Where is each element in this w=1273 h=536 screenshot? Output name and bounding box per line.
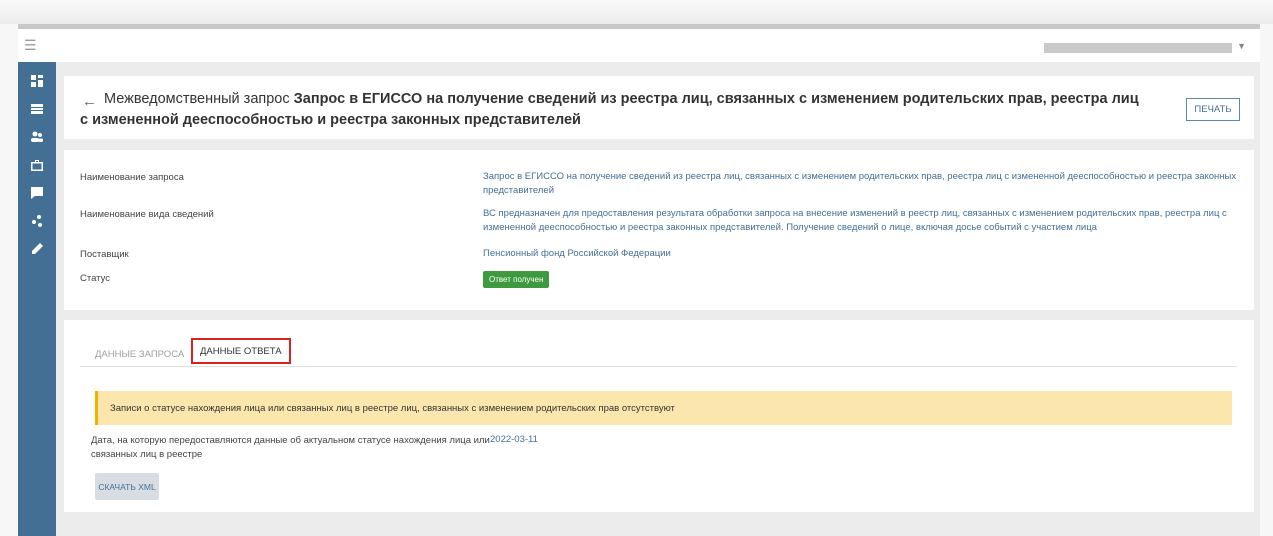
request-name-label: Наименование запроса <box>80 172 184 183</box>
info-type-label: Наименование вида сведений <box>80 209 214 220</box>
tab-response-data[interactable]: ДАННЫЕ ОТВЕТА <box>191 338 291 364</box>
users-icon[interactable] <box>18 126 56 148</box>
print-button[interactable]: ПЕЧАТЬ <box>1186 98 1240 121</box>
date-label: Дата, на которую передоставляются данные… <box>91 435 490 460</box>
top-fade <box>0 0 1273 24</box>
provider-value: Пенсионный фонд Российской Федерации <box>483 248 671 259</box>
response-card: ДАННЫЕ ЗАПРОСА ДАННЫЕ ОТВЕТА Записи о ст… <box>64 320 1254 512</box>
download-xml-button[interactable]: СКАЧАТЬ XML <box>95 473 159 500</box>
date-value: 2022-03-11 <box>490 434 538 445</box>
tab-request-data[interactable]: ДАННЫЕ ЗАПРОСА <box>90 342 189 366</box>
dashboard-icon[interactable] <box>18 70 56 92</box>
list-icon[interactable] <box>18 98 56 120</box>
status-badge: Ответ получен <box>483 271 550 288</box>
tab-bar: ДАННЫЕ ЗАПРОСА ДАННЫЕ ОТВЕТА <box>80 338 1237 367</box>
app-window: ☰ ▼ ← Межведомственный запрос Запрос в Е… <box>18 24 1260 536</box>
chat-icon[interactable] <box>18 182 56 204</box>
request-name-value: Запрос в ЕГИССО на получение сведений из… <box>483 171 1237 196</box>
page-title: Межведомственный запрос Запрос в ЕГИССО … <box>80 89 1140 131</box>
provider-label: Поставщик <box>80 249 129 260</box>
top-bar: ☰ ▼ <box>18 24 1260 62</box>
network-icon[interactable] <box>18 210 56 232</box>
user-menu[interactable] <box>1044 43 1232 53</box>
sidebar <box>18 62 56 536</box>
status-label: Статус <box>80 273 111 284</box>
pencil-icon[interactable] <box>18 238 56 260</box>
no-records-alert: Записи о статусе нахождения лица или свя… <box>95 391 1232 425</box>
info-type-value: ВС предназначен для предоставления резул… <box>483 208 1227 233</box>
title-prefix: Межведомственный запрос <box>104 91 290 107</box>
chevron-down-icon[interactable]: ▼ <box>1237 41 1246 51</box>
header-card: ← Межведомственный запрос Запрос в ЕГИСС… <box>64 76 1254 139</box>
info-card: Наименование запроса Запрос в ЕГИССО на … <box>64 150 1254 310</box>
briefcase-icon[interactable] <box>18 154 56 176</box>
menu-icon[interactable]: ☰ <box>24 38 38 52</box>
